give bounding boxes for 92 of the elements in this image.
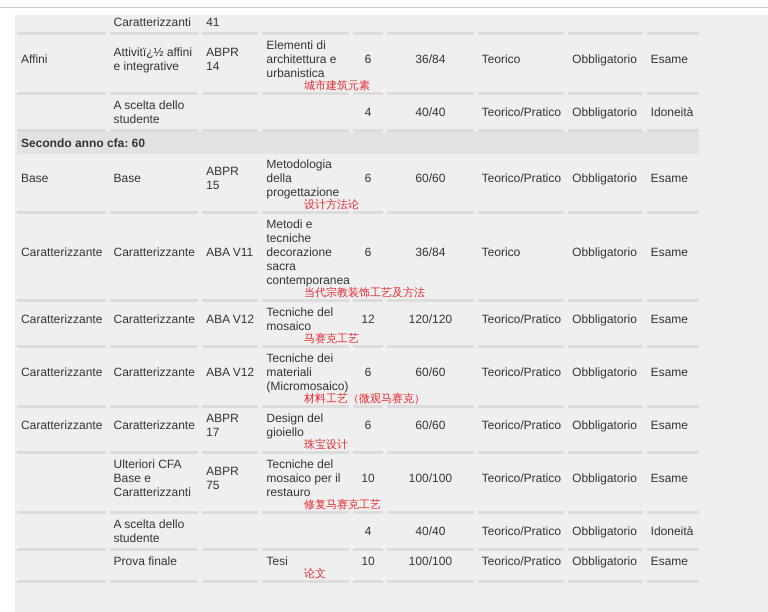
- table-cell: 36/84: [415, 245, 446, 259]
- table-cell-text: Elementi di architettura e urbanistica: [266, 38, 338, 80]
- table-cell-text: A scelta dello studente: [114, 98, 186, 126]
- table-cell-text: Tecniche del mosaico: [266, 305, 334, 333]
- table-cell: Idoneità: [650, 524, 694, 538]
- table-cell: 60/60: [415, 365, 446, 379]
- table-cell: 100/100: [408, 554, 452, 568]
- table-cell-text: Ulteriori CFA Base e Caratterizzanti: [114, 457, 192, 499]
- annotation: 修复马赛克工艺: [304, 499, 381, 511]
- table-cell: Esame: [650, 171, 688, 185]
- table-cell: 100/100: [408, 471, 452, 485]
- table-cell: 6: [364, 418, 372, 432]
- table-cell: Prova finale: [114, 554, 177, 568]
- table-cell: 6: [364, 365, 372, 379]
- table-cell: 4: [364, 105, 372, 119]
- annotation: 珠宝设计: [304, 439, 348, 451]
- table-cell-text: ABPR 15: [206, 164, 240, 192]
- annotation: 设计方法论: [304, 199, 359, 211]
- table-cell: Teorico: [482, 52, 520, 66]
- table-cell: 40/40: [415, 524, 446, 538]
- table-cell: Teorico/Pratico: [482, 554, 562, 568]
- table-cell: 6: [364, 171, 372, 185]
- table-cell: Tecniche dei materiali (Micromosaico): [266, 351, 348, 393]
- annotation: 论文: [304, 568, 326, 580]
- table-cell: ABA V11: [206, 245, 254, 259]
- table-cell: 10: [361, 471, 375, 485]
- table-cell: Teorico/Pratico: [482, 105, 562, 119]
- table-cell-text: Tecniche del mosaico per il restauro: [266, 457, 340, 499]
- table-cell: Esame: [650, 471, 688, 485]
- table-cell: 120/120: [408, 312, 452, 326]
- table-cell: Obbligatorio: [572, 471, 637, 485]
- table-cell-text: Attivitï¿½ affini e integrative: [114, 45, 194, 73]
- table-cell: Obbligatorio: [572, 418, 637, 432]
- table-cell: Caratterizzante: [114, 312, 195, 326]
- annotation: 马赛克工艺: [304, 333, 359, 345]
- table-cell: Obbligatorio: [572, 312, 637, 326]
- table-cell: Caratterizzante: [114, 245, 195, 259]
- table-cell: Idoneità: [650, 105, 694, 119]
- table-cell: Teorico/Pratico: [482, 471, 562, 485]
- table-cell: 10: [361, 554, 375, 568]
- annotation: 材料工艺（微观马赛克）: [304, 393, 425, 405]
- table-cell: Caratterizzante: [21, 365, 102, 379]
- table-cell: 60/60: [415, 171, 446, 185]
- table-cell: 4: [364, 524, 372, 538]
- table-cell: Obbligatorio: [572, 171, 637, 185]
- table-cell: Esame: [650, 365, 688, 379]
- table-cell: Teorico/Pratico: [482, 418, 562, 432]
- table-cell: Teorico/Pratico: [482, 365, 562, 379]
- table-cell: 40/40: [415, 105, 446, 119]
- table-cell: 6: [364, 245, 372, 259]
- table-cell: 36/84: [415, 52, 446, 66]
- table-cell-text: Design del gioiello: [266, 411, 324, 439]
- table-cell: Affini: [21, 52, 48, 66]
- table-cell: Esame: [650, 418, 688, 432]
- table-cell: Obbligatorio: [572, 524, 637, 538]
- table-cell: Teorico/Pratico: [482, 312, 562, 326]
- annotation: 当代宗教装饰工艺及方法: [304, 287, 425, 299]
- table-cell: 60/60: [415, 418, 446, 432]
- table-cell: Obbligatorio: [572, 245, 637, 259]
- table-cell: Esame: [650, 52, 688, 66]
- table-cell: 6: [364, 52, 372, 66]
- table-cell: Teorico/Pratico: [482, 171, 562, 185]
- annotation: 城市建筑元素: [304, 80, 370, 92]
- table-cell: Obbligatorio: [572, 365, 637, 379]
- table-cell: ABA V12: [206, 312, 254, 326]
- table-cell: Caratterizzante: [114, 365, 195, 379]
- table-cell: Obbligatorio: [572, 554, 637, 568]
- table-cell: 41: [206, 15, 220, 29]
- table-cell: Tesi: [266, 554, 288, 568]
- table-cell: ABA V12: [206, 365, 254, 379]
- table-cell: Teorico: [482, 245, 520, 259]
- section-heading: Secondo anno cfa: 60: [21, 136, 146, 150]
- table-cell: Esame: [650, 245, 688, 259]
- table-cell: Obbligatorio: [572, 52, 637, 66]
- table-cell: Esame: [650, 312, 688, 326]
- table-cell: Obbligatorio: [572, 105, 637, 119]
- table-cell: Caratterizzante: [114, 418, 195, 432]
- table-cell-text: ABPR 14: [206, 45, 240, 73]
- table-cell-text: Metodologia della progettazione: [266, 157, 340, 199]
- table-cell: 12: [361, 312, 375, 326]
- table-cell: Caratterizzante: [21, 418, 102, 432]
- table-cell: Caratterizzante: [21, 312, 102, 326]
- table-cell-text: ABPR 17: [206, 411, 240, 439]
- table-cell-text: ABPR 75: [206, 464, 240, 492]
- table-cell: Esame: [650, 554, 688, 568]
- table-cell: Caratterizzante: [21, 245, 102, 259]
- table-cell: Caratterizzanti: [114, 15, 191, 29]
- table-cell: Base: [21, 171, 48, 185]
- table-cell: Teorico/Pratico: [482, 524, 562, 538]
- table-cell-text: A scelta dello studente: [114, 517, 186, 545]
- table-cell: Metodi e tecniche decorazione sacra contemporanea: [266, 217, 350, 287]
- table-cell: Base: [114, 171, 141, 185]
